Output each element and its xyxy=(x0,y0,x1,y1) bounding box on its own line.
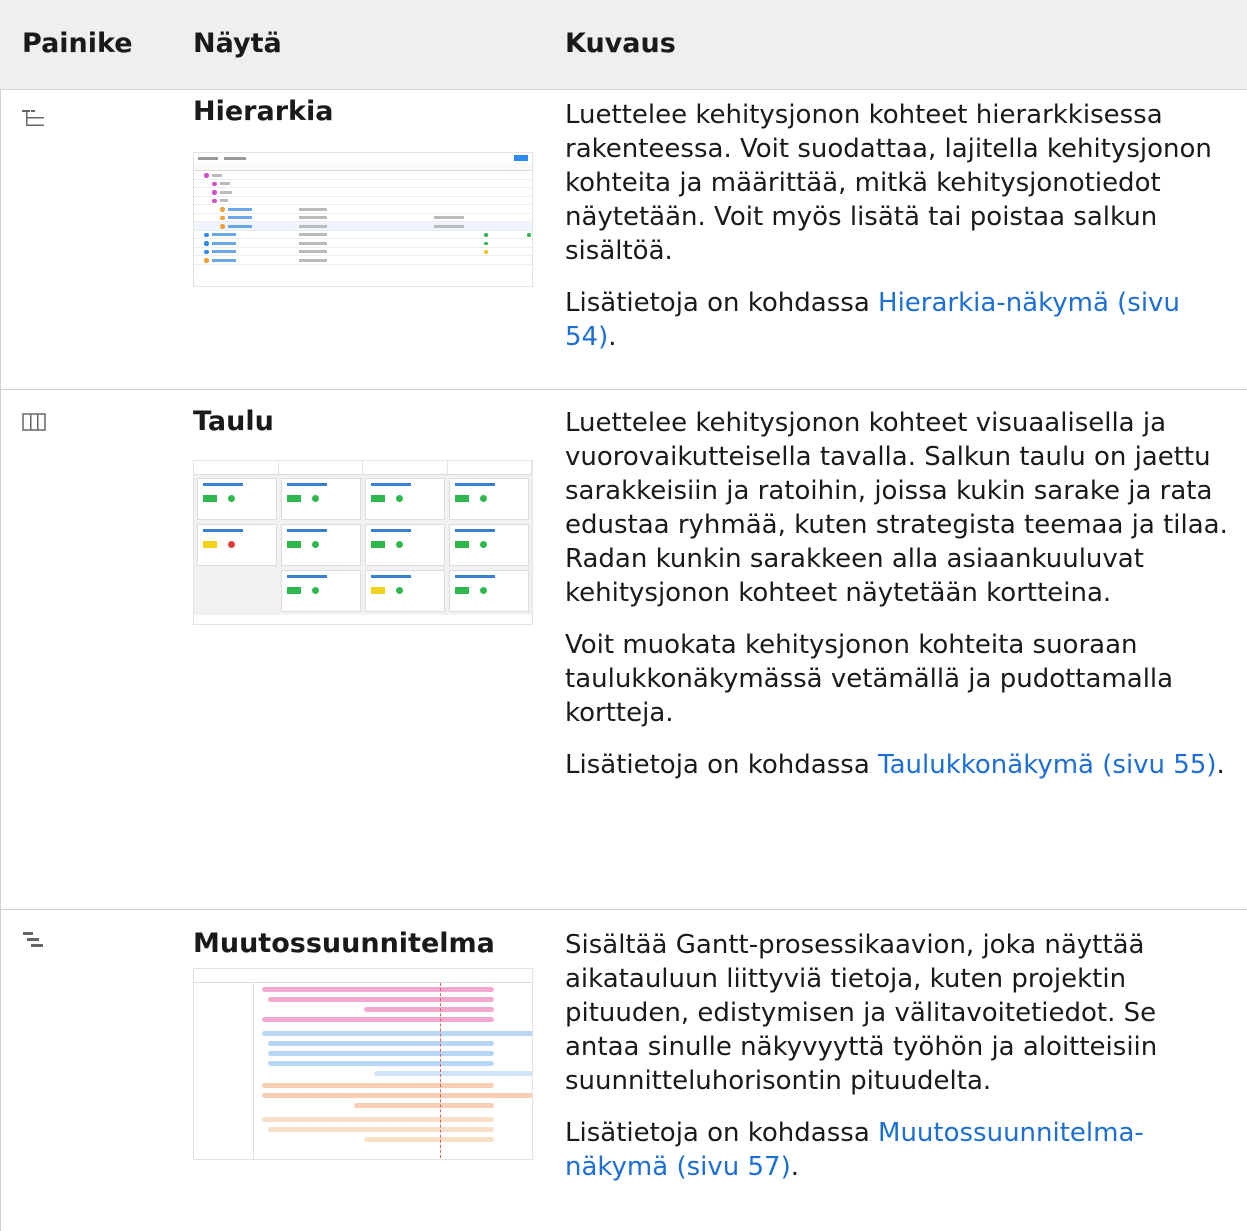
hierarchy-icon[interactable] xyxy=(22,108,48,130)
view-title-hierarchy: Hierarkia xyxy=(193,96,334,127)
header-description: Kuvaus xyxy=(565,28,676,59)
roadmap-view-thumbnail xyxy=(193,968,533,1160)
view-title-board: Taulu xyxy=(193,406,274,437)
table-row: Taulu Luettelee kehitysjonon kohteet vis… xyxy=(0,390,1247,910)
roadmap-icon[interactable] xyxy=(22,930,48,952)
table-row: Muutossuunnitelma Sisältää Gantt-prosess… xyxy=(0,910,1247,1231)
views-table: Painike Näytä Kuvaus Hierarkia Luettelee… xyxy=(0,0,1247,1231)
board-view-link[interactable]: Taulukkonäkymä (sivu 55) xyxy=(878,750,1217,780)
board-view-thumbnail xyxy=(193,460,533,625)
board-icon[interactable] xyxy=(22,412,48,434)
table-header: Painike Näytä Kuvaus xyxy=(0,0,1247,90)
view-description-board: Luettelee kehitysjonon kohteet visuaalis… xyxy=(565,408,1228,780)
view-description-roadmap: Sisältää Gantt-prosessikaavion, joka näy… xyxy=(565,930,1158,1182)
view-title-roadmap: Muutossuunnitelma xyxy=(193,928,495,959)
view-description-hierarchy: Luettelee kehitysjonon kohteet hierarkki… xyxy=(565,100,1212,352)
header-button: Painike xyxy=(22,28,133,59)
header-view: Näytä xyxy=(193,28,282,59)
hierarchy-view-thumbnail xyxy=(193,152,533,287)
table-row: Hierarkia Luettelee kehitysjonon kohteet… xyxy=(0,90,1247,390)
